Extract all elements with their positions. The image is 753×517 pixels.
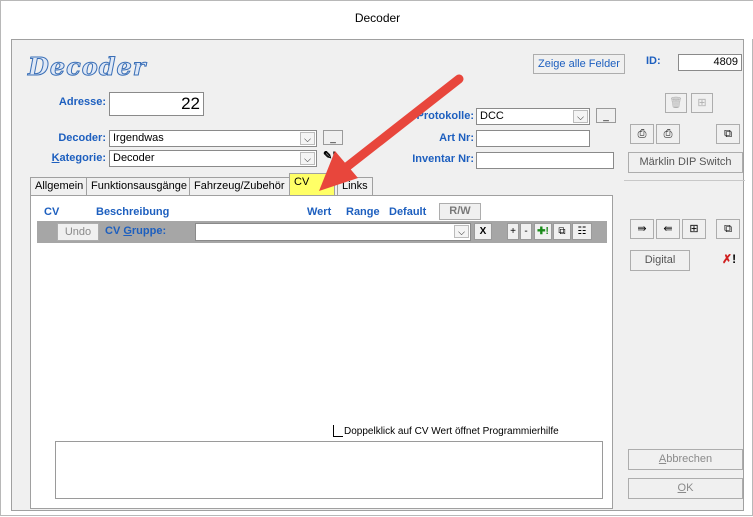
decoder-window: Decoder Decoder Zeige alle Felder ID: 48… xyxy=(0,0,753,516)
red-arrow-annotation xyxy=(319,74,464,191)
arrow-shaft xyxy=(334,74,464,178)
